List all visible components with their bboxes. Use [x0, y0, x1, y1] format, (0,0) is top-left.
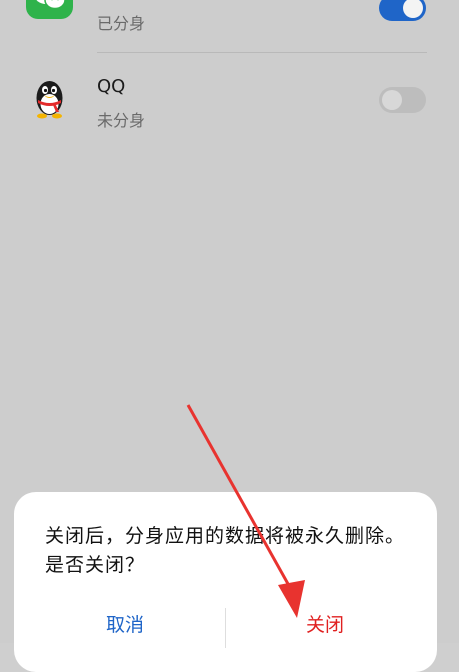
- app-clone-screen: 微信 已分身 QQ 未分身: [0, 0, 459, 643]
- clone-toggle-wechat[interactable]: [379, 0, 426, 21]
- app-name: QQ: [97, 76, 125, 97]
- app-row-qq[interactable]: QQ 未分身: [0, 53, 459, 143]
- confirm-close-dialog: 关闭后，分身应用的数据将被永久删除。是否关闭？ 取消 关闭: [14, 492, 437, 672]
- app-name: 微信: [97, 0, 133, 1]
- close-confirm-button[interactable]: 关闭: [225, 610, 425, 640]
- app-clone-status: 已分身: [97, 10, 145, 34]
- dialog-message: 关闭后，分身应用的数据将被永久删除。是否关闭？: [45, 522, 405, 580]
- clone-toggle-qq[interactable]: [379, 87, 426, 113]
- wechat-icon: [26, 0, 73, 19]
- app-row-wechat[interactable]: 微信 已分身: [0, 0, 459, 53]
- app-clone-status: 未分身: [97, 107, 145, 131]
- toggle-knob: [403, 0, 423, 18]
- qq-penguin-icon: [26, 74, 73, 121]
- toggle-knob: [382, 90, 402, 110]
- cancel-button[interactable]: 取消: [25, 610, 225, 640]
